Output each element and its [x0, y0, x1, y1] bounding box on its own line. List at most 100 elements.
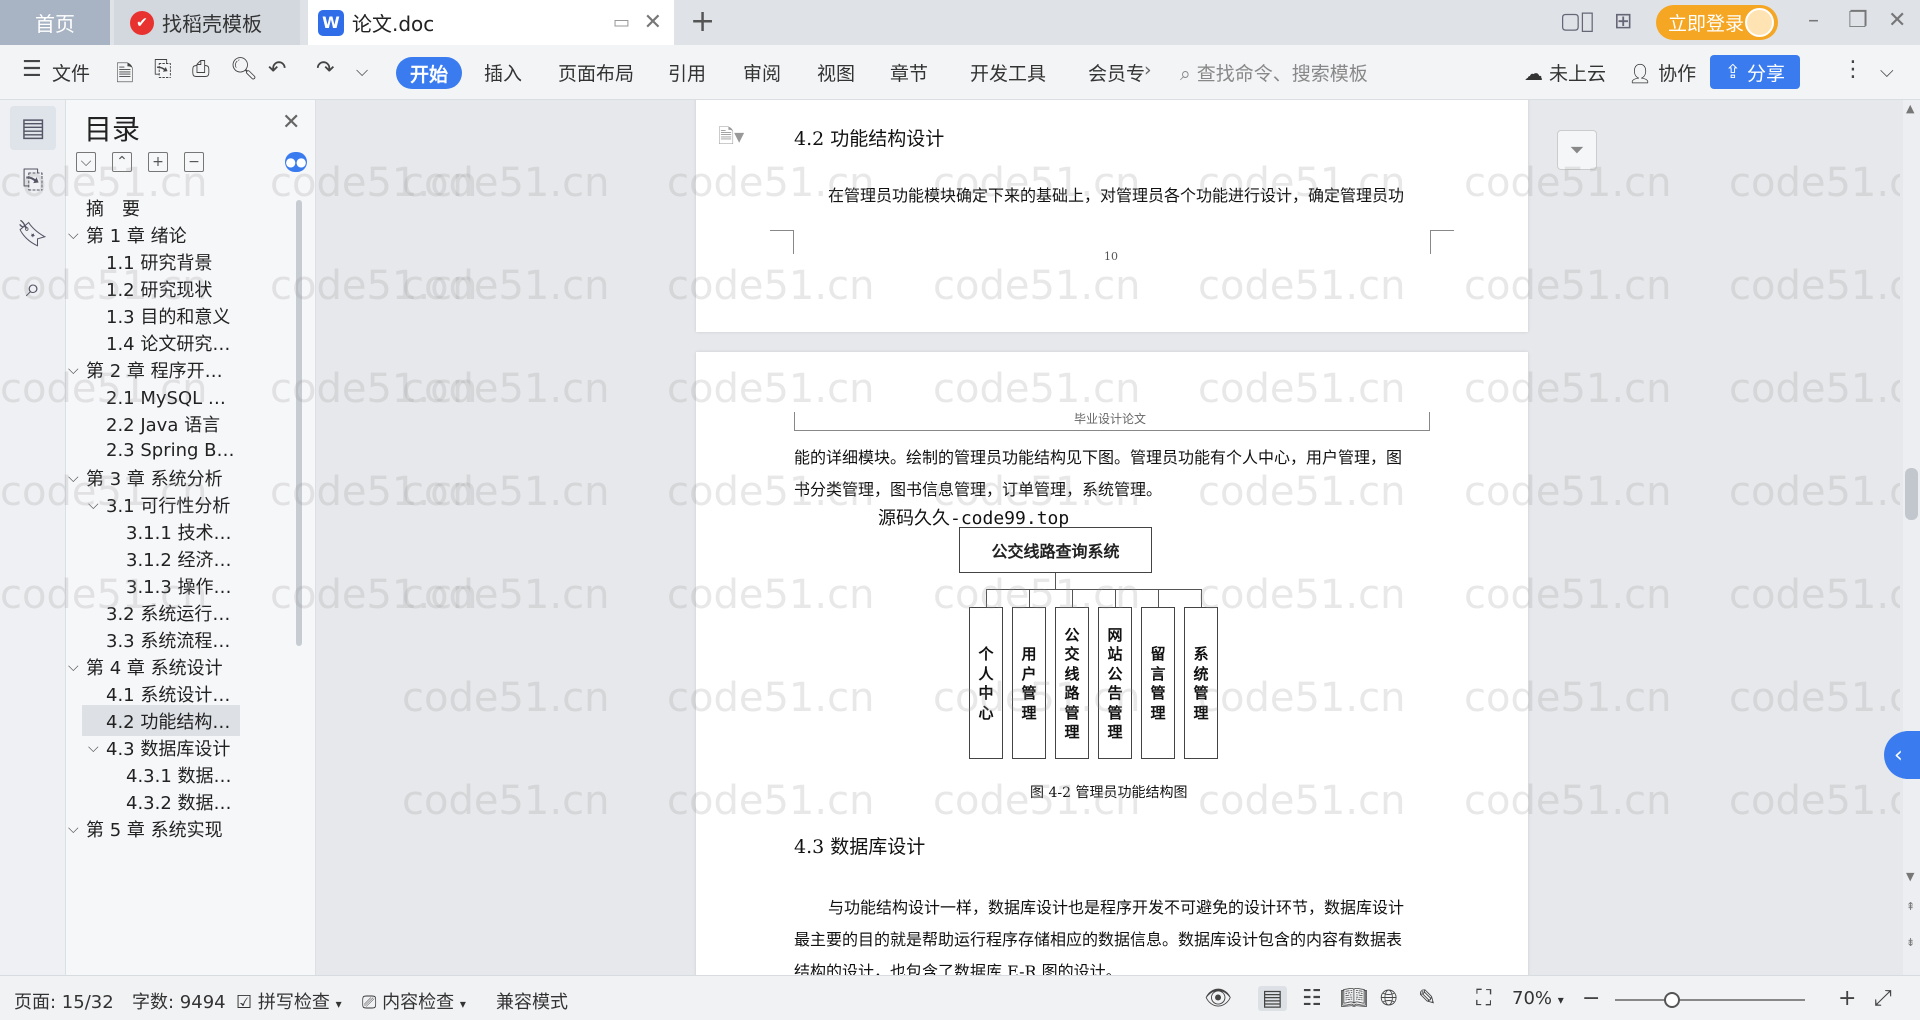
chevron-down-icon[interactable]: ⌵: [68, 362, 79, 378]
menu-chapter[interactable]: 章节: [890, 59, 928, 86]
write-view-icon[interactable]: ✎: [1418, 986, 1436, 1011]
print-icon[interactable]: ⎙: [192, 57, 210, 82]
scroll-thumb[interactable]: [1905, 468, 1918, 520]
figure-caption: 图 4-2 管理员功能结构图: [1030, 785, 1188, 801]
redo-icon[interactable]: ↷: [316, 57, 334, 82]
menu-review[interactable]: 审阅: [743, 59, 781, 86]
scroll-up-icon[interactable]: ▲: [1906, 102, 1914, 115]
fullscreen-icon[interactable]: ⤢: [1874, 986, 1892, 1011]
paragraph[interactable]: 与功能结构设计一样，数据库设计也是程序开发不可避免的设计环节，数据库设计: [828, 894, 1404, 918]
zoom-in-icon[interactable]: +: [1838, 986, 1856, 1011]
toc-item[interactable]: ⌵ 第 5 章 系统实现: [66, 813, 294, 844]
collapse-all-icon[interactable]: ⌵: [76, 152, 96, 172]
undo-icon[interactable]: ↶: [268, 57, 286, 82]
page-up-icon[interactable]: ⇞: [1906, 900, 1915, 913]
wps-writer-icon: W: [318, 9, 344, 36]
chevron-down-icon[interactable]: ⌵: [356, 61, 368, 81]
toc-item-label: 3.1.1 技术可...: [126, 522, 236, 544]
toc-scrollbar[interactable]: [296, 200, 302, 646]
menu-devtools[interactable]: 开发工具: [970, 59, 1046, 86]
export-icon[interactable]: ⎘: [154, 57, 172, 82]
word-count[interactable]: 字数: 9494: [132, 988, 226, 1014]
collapse-ribbon-icon[interactable]: ⌵: [1880, 61, 1894, 82]
close-icon[interactable]: ✕: [282, 110, 300, 135]
menu-start[interactable]: 开始: [396, 57, 462, 89]
paragraph[interactable]: 能的详细模块。绘制的管理员功能结构见下图。管理员功能有个人中心，用户管理，图: [794, 444, 1402, 468]
hamburger-icon[interactable]: ☰: [22, 57, 42, 82]
page-options-icon[interactable]: 🗎︎▾: [718, 122, 744, 156]
spell-check-button[interactable]: ☑ 拼写检查 ▾: [236, 988, 342, 1014]
page-counter[interactable]: 页面: 15/32: [14, 988, 114, 1014]
eye-protection-icon[interactable]: 👁︎: [1204, 986, 1232, 1011]
chevron-down-icon[interactable]: ⌵: [68, 227, 79, 243]
chevron-down-icon[interactable]: ⌵: [88, 497, 99, 513]
file-menu[interactable]: 文件: [52, 59, 90, 86]
toc-item-label: 1.4 论文研究内...: [106, 333, 236, 355]
zoom-slider[interactable]: [1615, 992, 1805, 1008]
menu-reference[interactable]: 引用: [668, 59, 706, 86]
cloud-status[interactable]: ☁ 未上云: [1524, 59, 1606, 86]
tab-document[interactable]: W 论文.doc ▭ ✕: [308, 0, 674, 45]
chevron-right-icon[interactable]: ›: [1144, 59, 1152, 81]
tab-home[interactable]: 首页: [0, 0, 110, 45]
scroll-down-icon[interactable]: ▼: [1906, 870, 1914, 883]
fit-page-icon[interactable]: ⛶: [1476, 986, 1491, 1011]
collab-button[interactable]: 👤︎ 协作: [1628, 59, 1696, 86]
menu-insert[interactable]: 插入: [484, 59, 522, 86]
web-view-icon[interactable]: 🌐︎: [1380, 986, 1398, 1011]
chevron-down-icon[interactable]: ⌵: [68, 821, 79, 837]
filter-icon[interactable]: ⏷: [1557, 130, 1597, 170]
navigation-icon[interactable]: ⎘: [10, 158, 56, 202]
chevron-down-icon[interactable]: ⌵: [88, 740, 99, 756]
login-button[interactable]: 立即登录: [1656, 5, 1778, 40]
menu-view[interactable]: 视图: [817, 59, 855, 86]
diagram-child-label: 个人中心: [978, 645, 994, 722]
menu-member[interactable]: 会员专: [1088, 59, 1145, 86]
toc-item-label: 1.3 目的和意义: [106, 306, 231, 328]
paragraph[interactable]: 最主要的目的就是帮助运行程序存储相应的数据信息。数据库设计包含的内容有数据表: [794, 926, 1402, 950]
restore-icon[interactable]: ❐: [1848, 8, 1868, 33]
heading-4-2[interactable]: 4.2 功能结构设计: [794, 124, 944, 151]
read-view-icon[interactable]: 📖︎: [1340, 986, 1368, 1011]
toc-panel-icon[interactable]: ▤: [10, 106, 56, 150]
diagram-root-node: 公交线路查询系统: [959, 527, 1152, 573]
grid-apps-icon[interactable]: ⊞: [1614, 9, 1632, 34]
close-window-icon[interactable]: ✕: [1888, 8, 1906, 33]
page-down-icon[interactable]: ⇟: [1906, 936, 1915, 949]
save-icon[interactable]: 🗎: [116, 57, 134, 95]
zoom-slider-knob[interactable]: [1664, 992, 1680, 1008]
monitor-icon[interactable]: ▭: [613, 12, 630, 33]
left-rail: ▤ ⎘ 🔖︎ ⌕: [0, 100, 66, 975]
remove-level-icon[interactable]: −: [184, 152, 204, 172]
sync-icon[interactable]: ●●: [285, 152, 307, 172]
more-icon[interactable]: ⋮: [1842, 57, 1864, 82]
share-button[interactable]: ⇪ 分享: [1710, 55, 1800, 89]
paragraph[interactable]: 书分类管理，图书信息管理，订单管理，系统管理。: [794, 476, 1162, 500]
add-level-icon[interactable]: +: [148, 152, 168, 172]
zoom-level[interactable]: 70% ▾: [1512, 988, 1564, 1009]
page-view-icon[interactable]: ▤: [1258, 986, 1287, 1011]
find-icon[interactable]: ⌕: [10, 266, 56, 310]
content-check-button[interactable]: ⎚ 内容检查 ▾: [362, 988, 466, 1014]
chevron-down-icon[interactable]: ⌵: [68, 659, 79, 675]
chevron-down-icon: ▾: [1557, 993, 1564, 1007]
bookmark-icon[interactable]: 🔖︎: [10, 212, 56, 256]
tab-templates[interactable]: ✔ 找稻壳模板: [114, 0, 300, 45]
menu-layout[interactable]: 页面布局: [558, 59, 634, 86]
outline-view-icon[interactable]: ☷: [1302, 986, 1322, 1011]
connector-line: [1201, 589, 1202, 607]
vertical-scrollbar[interactable]: ▲ ▼ ⇞ ⇟: [1903, 100, 1920, 975]
new-tab-button[interactable]: +: [690, 4, 715, 39]
chevron-down-icon[interactable]: ⌵: [68, 470, 79, 486]
command-search[interactable]: ⌕ 查找命令、搜索模板: [1180, 59, 1368, 86]
print-preview-icon[interactable]: 🔍︎: [230, 57, 258, 82]
expand-up-icon[interactable]: ⌃: [112, 152, 132, 172]
reading-mode-icon[interactable]: ▢⃞: [1560, 9, 1594, 34]
paragraph[interactable]: 结构的设计，也包含了数据库 E-R 图的设计。: [794, 958, 1122, 975]
close-tab-icon[interactable]: ✕: [644, 10, 662, 35]
paragraph[interactable]: 在管理员功能模块确定下来的基础上，对管理员各个功能进行设计，确定管理员功: [828, 182, 1404, 206]
heading-4-3[interactable]: 4.3 数据库设计: [794, 832, 925, 859]
minimize-icon[interactable]: –: [1808, 8, 1819, 33]
zoom-out-icon[interactable]: −: [1582, 986, 1600, 1011]
connector-line: [986, 589, 987, 607]
